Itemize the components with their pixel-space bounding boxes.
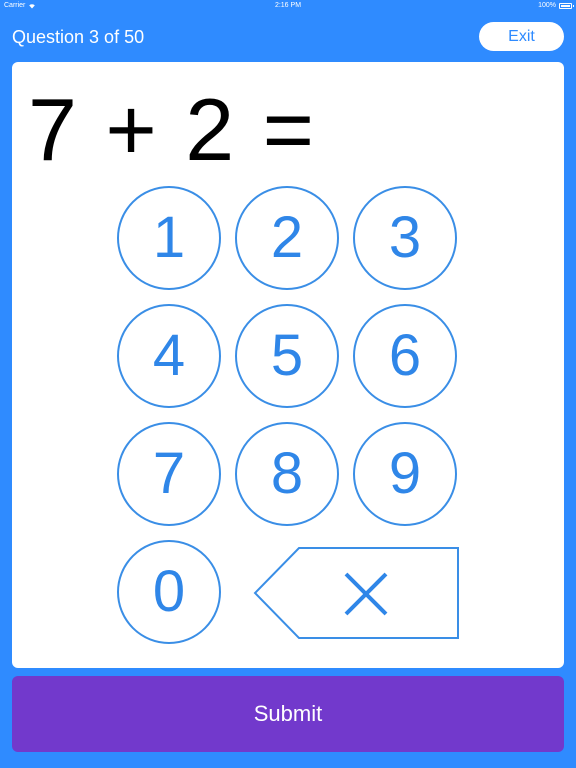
key-8[interactable]: 8 <box>235 422 339 526</box>
key-3[interactable]: 3 <box>353 186 457 290</box>
key-9[interactable]: 9 <box>353 422 457 526</box>
question-counter: Question 3 of 50 <box>12 27 145 47</box>
backspace-button[interactable] <box>253 546 460 640</box>
key-0[interactable]: 0 <box>117 540 221 644</box>
equation-text: 7 + 2 = <box>28 80 317 179</box>
key-1[interactable]: 1 <box>117 186 221 290</box>
key-2[interactable]: 2 <box>235 186 339 290</box>
key-4[interactable]: 4 <box>117 304 221 408</box>
battery-percent: 100% <box>538 2 556 9</box>
delete-icon <box>253 547 459 639</box>
battery-indicator: 100% <box>538 0 574 12</box>
key-7[interactable]: 7 <box>117 422 221 526</box>
key-6[interactable]: 6 <box>353 304 457 408</box>
exit-button[interactable]: Exit <box>479 22 564 51</box>
battery-icon <box>559 3 574 9</box>
status-bar: Carrier 2:16 PM 100% <box>0 0 576 12</box>
submit-button[interactable]: Submit <box>12 676 564 752</box>
status-time: 2:16 PM <box>274 2 302 9</box>
key-5[interactable]: 5 <box>235 304 339 408</box>
